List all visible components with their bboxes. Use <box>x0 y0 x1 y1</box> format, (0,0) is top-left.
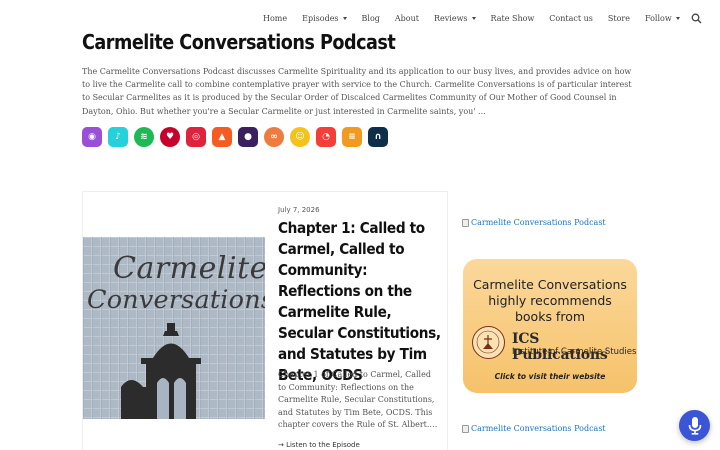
rss-icon[interactable]: ≡ <box>342 127 362 147</box>
ad-institute: Institute of Carmelite Studies <box>512 347 637 357</box>
platform-links: ◉ ♪ ≋ ♥ ◎ ▲ ● ∞ ☺ ◔ ≡ ∩ <box>82 127 388 147</box>
nav-item-label: Follow <box>644 13 672 23</box>
amazon-music-icon[interactable]: ♪ <box>108 127 128 147</box>
microphone-icon <box>688 416 701 435</box>
pocket-casts-icon[interactable]: ◔ <box>316 127 336 147</box>
nav-item-rate-show[interactable]: Rate Show <box>491 14 535 23</box>
sidebar-image-alt-2: Carmelite Conversations Podcast <box>471 424 606 433</box>
sidebar-image-alt-1: Carmelite Conversations Podcast <box>471 218 606 227</box>
nav-item-label: About <box>394 13 419 23</box>
nav-item-contact-us[interactable]: Contact us <box>549 14 593 23</box>
nav-item-episodes[interactable]: Episodes <box>302 13 347 23</box>
chevron-down-icon <box>675 17 680 20</box>
ad-cta: Click to visit their website <box>494 372 606 381</box>
ad-line2: highly recommends <box>488 293 612 308</box>
spotify-icon[interactable]: ≋ <box>134 127 154 147</box>
artwork-title-line2: Conversations <box>87 285 265 315</box>
ics-seal-icon <box>472 326 505 359</box>
castbox-icon[interactable]: ▲ <box>212 127 232 147</box>
nav-item-reviews[interactable]: Reviews <box>434 14 476 23</box>
chevron-down-icon <box>342 17 347 20</box>
main-nav: Home Episodes Blog About Reviews Rate Show Con… <box>263 11 702 25</box>
nav-item-blog[interactable]: Blog <box>362 14 380 23</box>
iheartradio-icon[interactable]: ♥ <box>160 127 180 147</box>
nav-item-store[interactable]: Store <box>608 14 630 23</box>
artwork-title-line1: Carmelite <box>113 251 265 286</box>
episode-excerpt: Chapter 1 of Called to Carmel, Called to… <box>278 370 438 429</box>
sidebar-image-link-2[interactable]: Carmelite Conversations Podcast <box>462 424 606 433</box>
episode-card: Carmelite Conversations July 7, 2026 Cha… <box>82 191 448 450</box>
podchaser-icon[interactable]: ● <box>238 127 258 147</box>
search-icon[interactable] <box>691 13 702 24</box>
broken-image-icon <box>462 218 469 227</box>
episode-artwork[interactable]: Carmelite Conversations <box>83 237 265 419</box>
nav-item-about[interactable]: About <box>395 14 419 23</box>
ad-line3: books from <box>514 309 586 324</box>
voice-message-button[interactable] <box>679 410 710 441</box>
nav-item-label: Blog <box>361 13 380 23</box>
podcast-addict-icon[interactable]: ◎ <box>186 127 206 147</box>
player-fm-icon[interactable]: ∞ <box>264 127 284 147</box>
nav-item-label: Contact us <box>549 13 593 23</box>
apple-podcasts-icon[interactable]: ◉ <box>82 127 102 147</box>
listen-link[interactable]: → Listen to the Episode <box>278 441 360 449</box>
podcast-app-icon[interactable]: ∩ <box>368 127 388 147</box>
nav-item-follow[interactable]: Follow <box>645 14 680 23</box>
podcast-republic-icon[interactable]: ☺ <box>290 127 310 147</box>
nav-item-label: Home <box>263 13 288 23</box>
ics-publications-ad[interactable]: Carmelite Conversations highly recommend… <box>463 259 637 393</box>
ad-headline: Carmelite Conversations highly recommend… <box>463 277 637 325</box>
ad-line1: Carmelite Conversations <box>473 277 627 292</box>
nav-item-label: Store <box>607 13 630 23</box>
page-title: Carmelite Conversations Podcast <box>82 30 396 54</box>
episode-title[interactable]: Chapter 1: Called to Carmel, Called to C… <box>278 218 443 386</box>
podcast-description: The Carmelite Conversations Podcast disc… <box>82 67 632 116</box>
episode-date: July 7, 2026 <box>278 206 320 214</box>
nav-item-label: Rate Show <box>490 13 535 23</box>
nav-item-home[interactable]: Home <box>263 14 287 23</box>
nav-item-label: Episodes <box>302 13 339 23</box>
sidebar-image-link-1[interactable]: Carmelite Conversations Podcast <box>462 218 606 227</box>
nav-item-label: Reviews <box>434 13 468 23</box>
broken-image-icon <box>462 424 469 433</box>
chevron-down-icon <box>471 17 476 20</box>
